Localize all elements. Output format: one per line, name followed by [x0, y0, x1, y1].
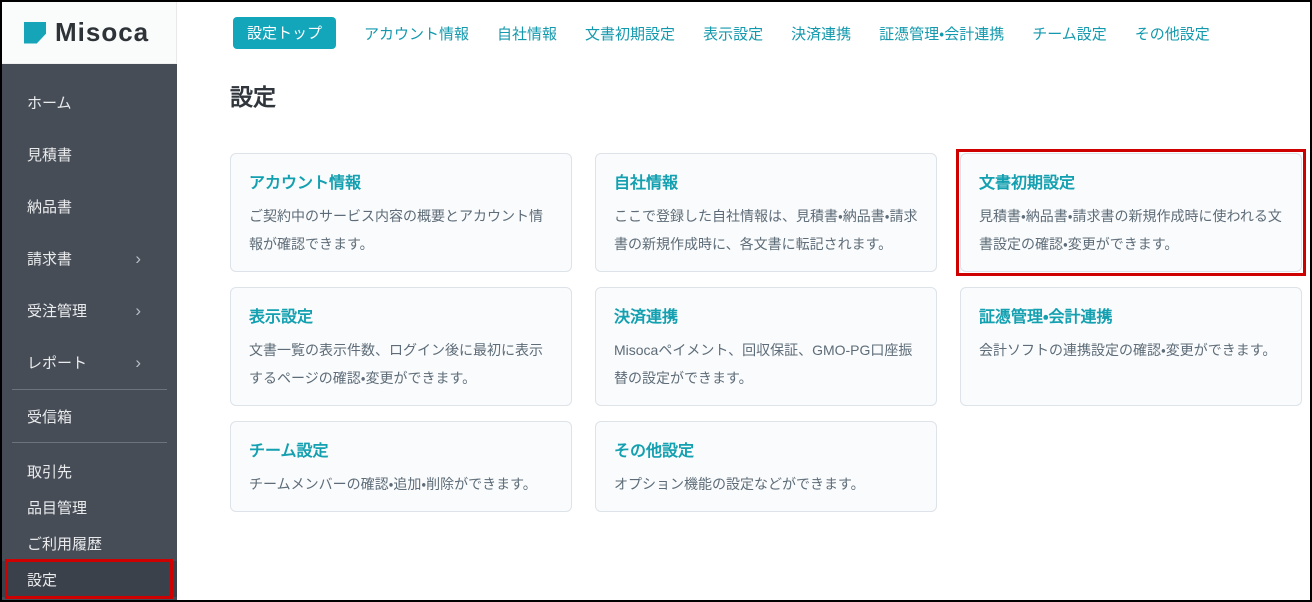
card-other-settings[interactable]: その他設定 オプション機能の設定などができます。 — [595, 421, 937, 512]
sidebar-item-label: 納品書 — [27, 196, 72, 217]
card-title: 文書初期設定 — [979, 169, 1283, 193]
sidebar-item-usage-history[interactable]: ご利用履歴 — [2, 525, 177, 561]
sidebar-item-label: 受注管理 — [27, 300, 87, 321]
sidebar-item-label: 請求書 — [27, 248, 72, 269]
sidebar-item-label: レポート — [27, 352, 87, 373]
sidebar-item-label: 見積書 — [27, 144, 72, 165]
chevron-right-icon: › — [135, 354, 141, 371]
sidebar-item-label: ホーム — [27, 92, 72, 113]
logo[interactable]: Misoca — [2, 2, 177, 64]
tab-display-settings[interactable]: 表示設定 — [703, 23, 763, 44]
card-description: 見積書・納品書・請求書の新規作成時に使われる文書設定の確認・変更ができます。 — [979, 202, 1283, 258]
tab-other-settings[interactable]: その他設定 — [1135, 23, 1210, 44]
card-title: その他設定 — [614, 437, 918, 461]
sidebar-item-label: ご利用履歴 — [27, 533, 102, 554]
sidebar-item-inbox[interactable]: 受信箱 — [2, 391, 177, 441]
tab-evidence-accounting[interactable]: 証憑管理・会計連携 — [879, 23, 1004, 44]
chevron-right-icon: › — [135, 250, 141, 267]
tab-payment-integration[interactable]: 決済連携 — [791, 23, 851, 44]
card-description: チームメンバーの確認・追加・削除ができます。 — [249, 470, 553, 498]
sidebar-item-label: 受信箱 — [27, 406, 72, 427]
card-title: チーム設定 — [249, 437, 553, 461]
card-evidence-accounting[interactable]: 証憑管理・会計連携 会計ソフトの連携設定の確認・変更ができます。 — [960, 287, 1302, 406]
logo-text: Misoca — [55, 17, 149, 48]
sidebar-item-settings[interactable]: 設定 — [2, 561, 177, 597]
misoca-logo-icon — [24, 22, 46, 44]
card-account-info[interactable]: アカウント情報 ご契約中のサービス内容の概要とアカウント情報が確認できます。 — [230, 153, 572, 272]
sidebar-divider — [12, 389, 167, 390]
settings-tab-bar: 設定トップ アカウント情報 自社情報 文書初期設定 表示設定 決済連携 証憑管理… — [177, 2, 1310, 64]
card-description: ここで登録した自社情報は、見積書・納品書・請求書の新規作成時に、各文書に転記され… — [614, 202, 918, 258]
sidebar-item-item-management[interactable]: 品目管理 — [2, 489, 177, 525]
tab-account-info[interactable]: アカウント情報 — [364, 23, 469, 44]
card-title: アカウント情報 — [249, 169, 553, 193]
tab-company-info[interactable]: 自社情報 — [497, 23, 557, 44]
card-title: 表示設定 — [249, 303, 553, 327]
tab-document-defaults[interactable]: 文書初期設定 — [585, 23, 675, 44]
tab-settings-top[interactable]: 設定トップ — [233, 17, 336, 49]
card-description: Misocaペイメント、回収保証、GMO-PG口座振替の設定ができます。 — [614, 336, 918, 392]
sidebar-item-invoices[interactable]: 請求書 › — [2, 232, 177, 284]
card-description: 会計ソフトの連携設定の確認・変更ができます。 — [979, 336, 1283, 364]
sidebar-item-label: 品目管理 — [27, 497, 87, 518]
tab-team-settings[interactable]: チーム設定 — [1032, 23, 1107, 44]
sidebar: Misoca ホーム 見積書 納品書 請求書 › 受注管理 › レポート › — [2, 2, 177, 600]
sidebar-item-reports[interactable]: レポート › — [2, 336, 177, 388]
settings-main: 設定 アカウント情報 ご契約中のサービス内容の概要とアカウント情報が確認できます… — [177, 64, 1310, 528]
card-description: ご契約中のサービス内容の概要とアカウント情報が確認できます。 — [249, 202, 553, 258]
card-display-settings[interactable]: 表示設定 文書一覧の表示件数、ログイン後に最初に表示するページの確認・変更ができ… — [230, 287, 572, 406]
card-title: 証憑管理・会計連携 — [979, 303, 1283, 327]
chevron-right-icon: › — [135, 302, 141, 319]
card-description: 文書一覧の表示件数、ログイン後に最初に表示するページの確認・変更ができます。 — [249, 336, 553, 392]
page-title: 設定 — [230, 78, 1302, 112]
sidebar-divider — [12, 442, 167, 443]
card-title: 決済連携 — [614, 303, 918, 327]
sidebar-item-estimates[interactable]: 見積書 — [2, 128, 177, 180]
settings-card-grid: アカウント情報 ご契約中のサービス内容の概要とアカウント情報が確認できます。 自… — [230, 153, 1302, 512]
sidebar-item-clients[interactable]: 取引先 — [2, 453, 177, 489]
card-title: 自社情報 — [614, 169, 918, 193]
app-window: Misoca ホーム 見積書 納品書 請求書 › 受注管理 › レポート › — [0, 0, 1312, 602]
card-document-defaults[interactable]: 文書初期設定 見積書・納品書・請求書の新規作成時に使われる文書設定の確認・変更が… — [960, 153, 1302, 272]
sidebar-item-delivery-notes[interactable]: 納品書 — [2, 180, 177, 232]
card-team-settings[interactable]: チーム設定 チームメンバーの確認・追加・削除ができます。 — [230, 421, 572, 512]
card-description: オプション機能の設定などができます。 — [614, 470, 918, 498]
sidebar-item-label: 取引先 — [27, 461, 72, 482]
sidebar-item-label: 設定 — [27, 569, 57, 590]
card-payment-integration[interactable]: 決済連携 Misocaペイメント、回収保証、GMO-PG口座振替の設定ができます… — [595, 287, 937, 406]
sidebar-item-order-management[interactable]: 受注管理 › — [2, 284, 177, 336]
sidebar-nav: ホーム 見積書 納品書 請求書 › 受注管理 › レポート › 受信箱 — [2, 64, 177, 597]
card-company-info[interactable]: 自社情報 ここで登録した自社情報は、見積書・納品書・請求書の新規作成時に、各文書… — [595, 153, 937, 272]
content-area: 設定トップ アカウント情報 自社情報 文書初期設定 表示設定 決済連携 証憑管理… — [177, 2, 1310, 600]
sidebar-item-home[interactable]: ホーム — [2, 76, 177, 128]
